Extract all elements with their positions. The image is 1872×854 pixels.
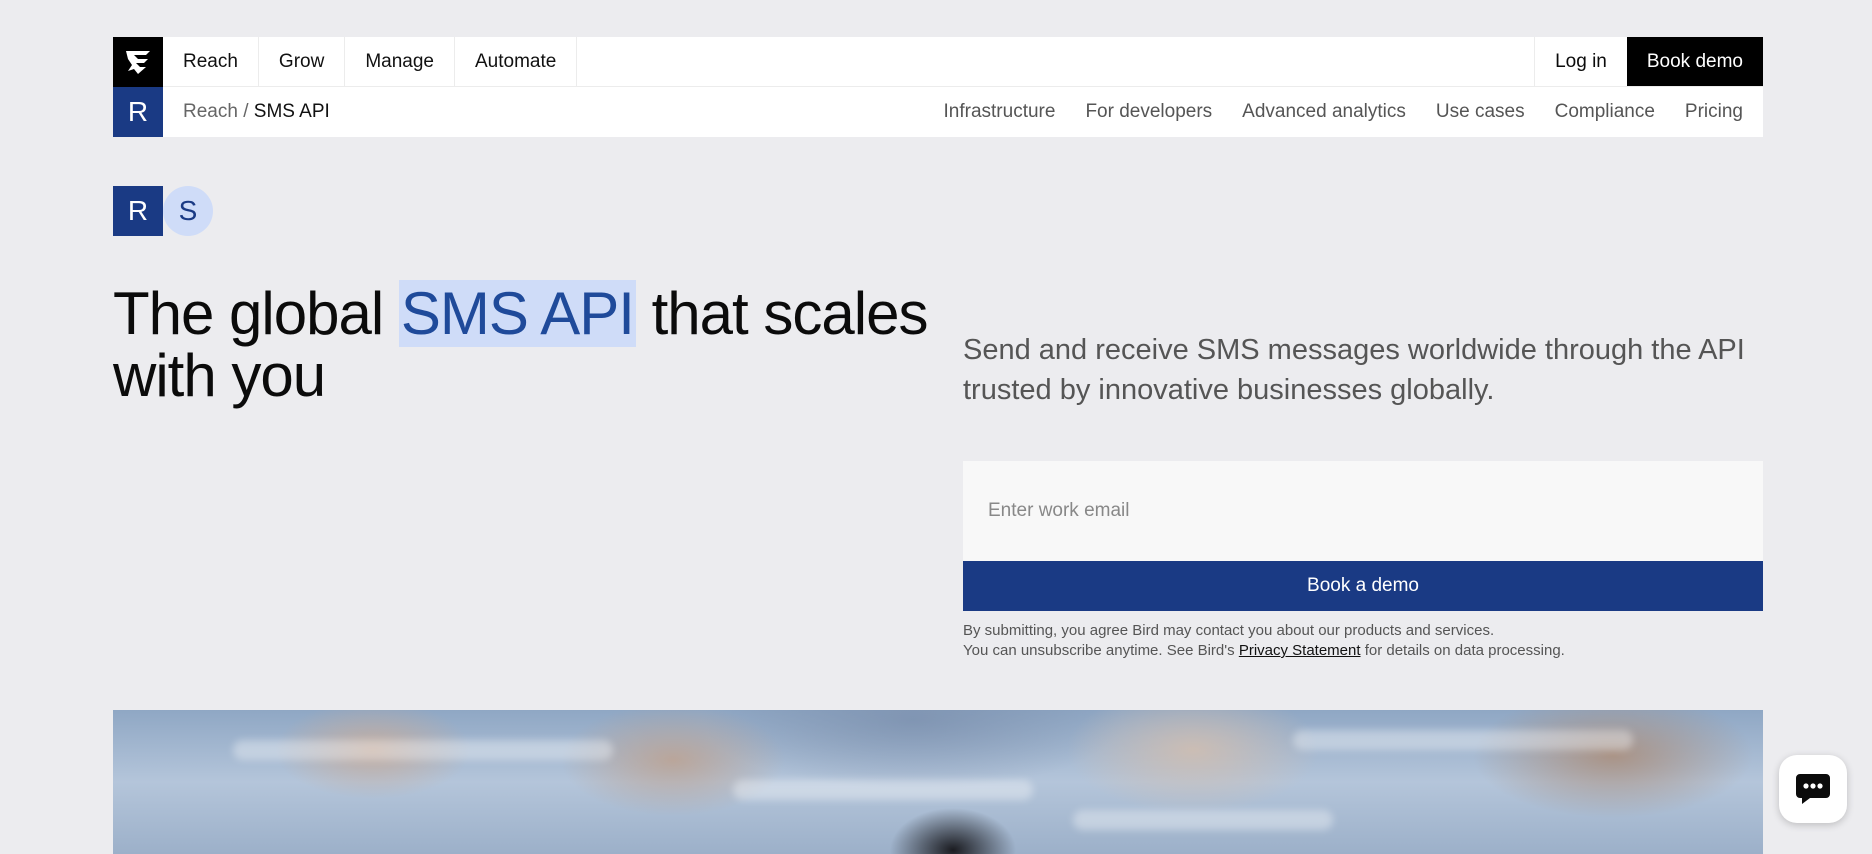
product-avatars: R S — [113, 186, 213, 236]
nav-automate[interactable]: Automate — [455, 37, 578, 86]
hero-image-blur — [1073, 810, 1333, 830]
login-link[interactable]: Log in — [1534, 37, 1627, 86]
nav-manage[interactable]: Manage — [345, 37, 455, 86]
legal-line-2-post: for details on data processing. — [1364, 642, 1565, 659]
book-demo-button[interactable]: Book demo — [1626, 37, 1763, 86]
hero-image — [113, 710, 1763, 854]
book-a-demo-button[interactable]: Book a demo — [963, 561, 1763, 611]
legal-line-2-pre: You can unsubscribe anytime. See Bird's — [963, 642, 1235, 659]
secondary-nav: R Reach / SMS API Infrastructure For dev… — [113, 87, 1763, 137]
subnav-infrastructure[interactable]: Infrastructure — [944, 101, 1056, 123]
hero-image-blur — [233, 740, 613, 760]
chat-bubble-icon[interactable] — [1779, 755, 1847, 823]
page-title: The global SMS API that scales with you — [113, 280, 933, 407]
legal-line-2: You can unsubscribe anytime. See Bird's … — [963, 641, 1783, 661]
privacy-statement-link[interactable]: Privacy Statement — [1239, 642, 1361, 659]
bird-logo-icon[interactable] — [113, 37, 163, 87]
nav-grow[interactable]: Grow — [259, 37, 346, 86]
nav-reach[interactable]: Reach — [163, 37, 259, 86]
headline-highlight: SMS API — [398, 280, 636, 347]
work-email-input[interactable] — [963, 461, 1763, 561]
legal-notice: By submitting, you agree Bird may contac… — [963, 621, 1783, 661]
breadcrumb-parent[interactable]: Reach / — [183, 101, 248, 122]
site-header: Reach Grow Manage Automate Log in Book d… — [113, 37, 1763, 137]
subnav-compliance[interactable]: Compliance — [1555, 101, 1655, 123]
subnav-advanced-analytics[interactable]: Advanced analytics — [1242, 101, 1406, 123]
legal-line-1: By submitting, you agree Bird may contac… — [963, 622, 1495, 639]
sms-avatar: S — [163, 186, 213, 236]
hero-image-blur — [733, 780, 1033, 800]
breadcrumb-current: SMS API — [253, 101, 330, 122]
primary-nav: Reach Grow Manage Automate Log in Book d… — [113, 37, 1763, 87]
subnav-pricing[interactable]: Pricing — [1685, 101, 1743, 123]
subnav-links: Infrastructure For developers Advanced a… — [944, 101, 1764, 123]
subnav-for-developers[interactable]: For developers — [1085, 101, 1212, 123]
reach-avatar: R — [113, 186, 163, 236]
subnav-use-cases[interactable]: Use cases — [1436, 101, 1525, 123]
section-badge: R — [113, 87, 163, 137]
hero-subtitle: Send and receive SMS messages worldwide … — [963, 334, 1745, 406]
hero-image-blur — [1293, 730, 1633, 750]
breadcrumb: Reach / SMS API — [183, 101, 330, 123]
headline-pre: The global — [113, 280, 399, 347]
